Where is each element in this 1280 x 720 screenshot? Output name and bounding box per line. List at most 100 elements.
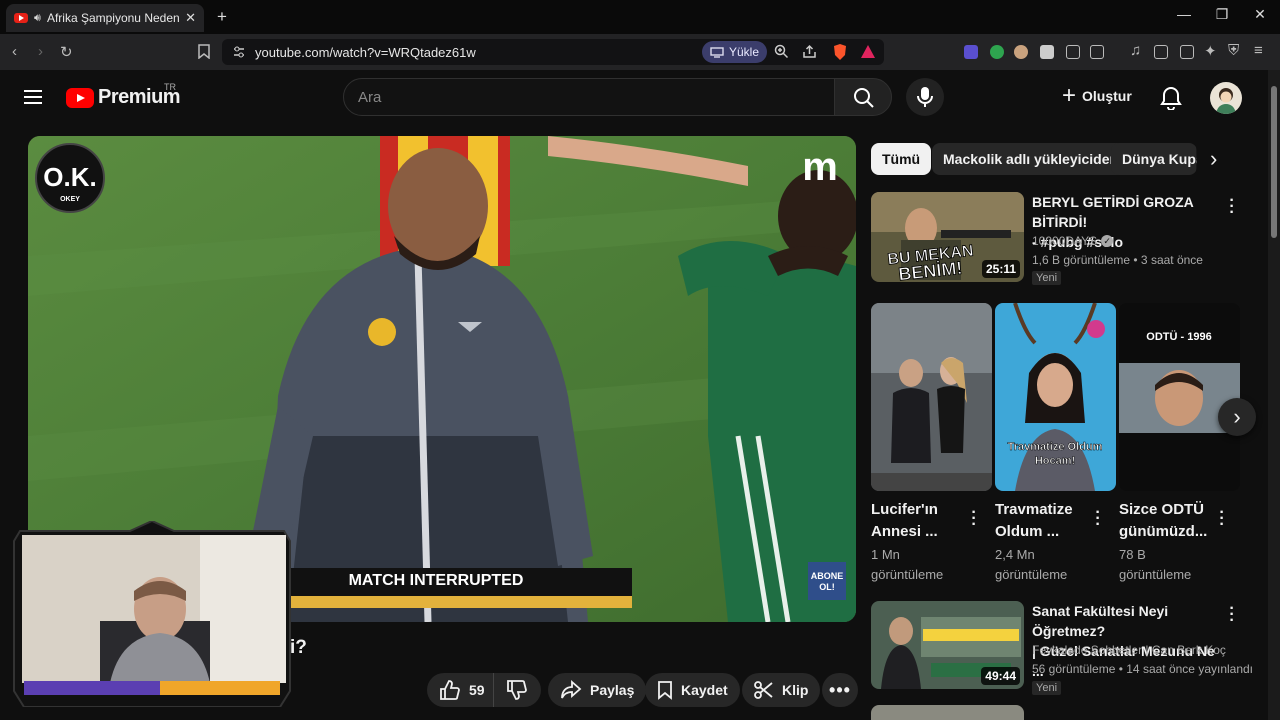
short-title[interactable]: Lucifer'ın Annesi ... bbox=[871, 499, 938, 543]
share-page-icon[interactable] bbox=[802, 44, 817, 64]
upload-button[interactable]: Yükle bbox=[702, 41, 768, 63]
video-duration: 25:11 bbox=[981, 260, 1020, 278]
logo-region: TR bbox=[164, 82, 176, 92]
more-actions-button[interactable]: ••• bbox=[822, 673, 858, 707]
bookmark-icon[interactable] bbox=[198, 44, 210, 63]
new-badge: Yeni bbox=[1032, 681, 1062, 695]
short-thumbnail[interactable]: Travmatize Oldum Hocam! bbox=[995, 303, 1116, 491]
clip-button[interactable]: Klip bbox=[742, 673, 821, 707]
more-vertical-icon[interactable]: · · · bbox=[1227, 193, 1237, 221]
search-icon bbox=[854, 88, 874, 108]
shorts-next-chevron-icon[interactable]: › bbox=[1218, 398, 1256, 436]
channel-watermark: O.K. bbox=[43, 162, 96, 192]
share-button[interactable]: Paylaş bbox=[548, 673, 647, 707]
browser-toolbar: ‹ › ↻ youtube.com/watch?v=WRQtadez61w Yü… bbox=[0, 34, 1280, 70]
like-count: 59 bbox=[469, 682, 485, 698]
scissors-icon bbox=[754, 681, 773, 699]
brave-shield-icon[interactable] bbox=[832, 43, 848, 66]
youtube-premium-logo[interactable]: Premium TR bbox=[66, 82, 181, 109]
site-settings-icon[interactable] bbox=[232, 45, 246, 64]
brave-rewards-icon[interactable] bbox=[860, 44, 876, 64]
window-close-button[interactable]: ✕ bbox=[1250, 6, 1270, 23]
new-tab-button[interactable]: + bbox=[212, 7, 232, 27]
video-thumbnail[interactable]: 49:44 bbox=[871, 601, 1024, 689]
subscribe-overlay-line2: OL! bbox=[819, 582, 835, 592]
short-title[interactable]: Sizce ODTÜ günümüzd... bbox=[1119, 499, 1207, 543]
search-button[interactable] bbox=[834, 78, 892, 116]
more-vertical-icon[interactable]: · · · bbox=[1227, 601, 1237, 629]
music-icon[interactable]: ♫ bbox=[1130, 42, 1141, 59]
short-views-line: görüntüleme bbox=[871, 567, 944, 582]
user-avatar[interactable] bbox=[1210, 82, 1242, 114]
back-icon[interactable]: ‹ bbox=[12, 43, 17, 60]
short-views-line: 2,4 Mn bbox=[995, 547, 1035, 562]
chips-next-chevron-icon[interactable]: › bbox=[1210, 146, 1217, 172]
video-meta: 56 görüntüleme • 14 saat önce yayınlandı bbox=[1032, 662, 1254, 676]
verified-badge-icon: ✓ bbox=[1101, 235, 1114, 247]
chip-all[interactable]: Tümü bbox=[871, 143, 932, 175]
create-button[interactable]: + Oluştur bbox=[1062, 82, 1132, 109]
forward-icon[interactable]: › bbox=[38, 43, 43, 60]
camera-extension-icon[interactable] bbox=[1040, 45, 1054, 59]
vpn-shield-icon[interactable]: ⛨ bbox=[1228, 42, 1239, 59]
channel-name[interactable]: 10000DAYS ✓ bbox=[1032, 232, 1114, 250]
scrollbar-thumb[interactable] bbox=[1271, 86, 1277, 238]
extension-icon[interactable] bbox=[1014, 45, 1028, 59]
chip-world-cup[interactable]: Dünya Kupa bbox=[1111, 143, 1197, 175]
short-views: 78 B görüntüleme bbox=[1119, 545, 1191, 585]
create-label: Oluştur bbox=[1082, 88, 1132, 104]
short-thumbnail[interactable] bbox=[871, 303, 992, 491]
reload-icon[interactable]: ↻ bbox=[60, 43, 73, 61]
more-vertical-icon[interactable]: · · · bbox=[1093, 505, 1103, 533]
subscribe-overlay-line1: ABONE bbox=[811, 571, 844, 581]
channel-name[interactable]: Fevkalade Sohbetler | Can Berk Koç bbox=[1032, 641, 1226, 659]
extension-icon[interactable] bbox=[1090, 45, 1104, 59]
video-meta: 1,6 B görüntüleme • 3 saat önce bbox=[1032, 253, 1203, 267]
extension-icon[interactable] bbox=[964, 45, 978, 59]
address-bar[interactable]: youtube.com/watch?v=WRQtadez61w Yükle bbox=[222, 39, 884, 65]
video-thumbnail[interactable]: BU MEKAN BENİM! 25:11 bbox=[871, 192, 1024, 282]
more-vertical-icon[interactable]: · · · bbox=[969, 505, 979, 533]
leo-ai-icon[interactable]: ✦ bbox=[1204, 42, 1217, 60]
maximize-button[interactable]: ❐ bbox=[1212, 6, 1232, 23]
notifications-bell-icon[interactable] bbox=[1160, 86, 1182, 115]
puzzle-extension-icon[interactable] bbox=[1066, 45, 1080, 59]
more-vertical-icon[interactable]: · · · bbox=[1217, 505, 1227, 533]
search-box[interactable] bbox=[343, 78, 835, 116]
plus-icon: + bbox=[1062, 82, 1077, 109]
page-scrollbar[interactable] bbox=[1268, 70, 1280, 720]
video-duration: 49:44 bbox=[981, 667, 1020, 685]
save-button[interactable]: Kaydet bbox=[645, 673, 740, 707]
minimize-button[interactable]: — bbox=[1174, 6, 1194, 22]
dislike-button[interactable] bbox=[493, 673, 541, 707]
browser-tab[interactable]: 🔊︎ Afrika Şampiyonu Neden Değ ✕ bbox=[6, 4, 204, 32]
monitor-icon bbox=[710, 46, 724, 58]
tab-close-button[interactable]: ✕ bbox=[185, 10, 196, 26]
extension-icon[interactable] bbox=[990, 45, 1004, 59]
wallet-icon[interactable] bbox=[1180, 45, 1194, 59]
youtube-header: Premium TR + Oluştur bbox=[0, 70, 1268, 126]
thumbs-down-icon bbox=[507, 680, 527, 700]
short-title[interactable]: Travmatize Oldum ... bbox=[995, 499, 1073, 543]
hamburger-menu-icon[interactable] bbox=[24, 90, 42, 104]
share-arrow-icon bbox=[561, 680, 582, 699]
search-input[interactable] bbox=[344, 79, 834, 115]
sidebar-icon[interactable] bbox=[1154, 45, 1168, 59]
short-views: 1 Mn görüntüleme bbox=[871, 545, 943, 585]
zoom-icon[interactable] bbox=[774, 44, 789, 64]
clip-label: Klip bbox=[782, 682, 809, 698]
video-thumbnail[interactable] bbox=[871, 705, 1024, 720]
video-title-line: BERYL GETİRDİ GROZA BİTİRDİ! bbox=[1032, 194, 1194, 230]
microphone-icon bbox=[917, 87, 933, 107]
more-horizontal-icon: ••• bbox=[829, 679, 851, 700]
short-overlay-text: ODTÜ - 1996 bbox=[1146, 330, 1211, 343]
chip-uploader[interactable]: Mackolik adlı yükleyiciden bbox=[932, 143, 1130, 175]
url-text[interactable]: youtube.com/watch?v=WRQtadez61w bbox=[255, 45, 476, 60]
speaker-icon[interactable]: 🔊︎ bbox=[34, 12, 41, 25]
short-title-line: Lucifer'ın bbox=[871, 501, 938, 518]
short-views-line: görüntüleme bbox=[995, 567, 1068, 582]
channel-watermark-sub: OKEY bbox=[60, 196, 80, 203]
short-thumbnail[interactable]: ODTÜ - 1996 bbox=[1119, 303, 1240, 491]
voice-search-button[interactable] bbox=[906, 78, 944, 116]
menu-icon[interactable]: ≡ bbox=[1254, 42, 1263, 59]
